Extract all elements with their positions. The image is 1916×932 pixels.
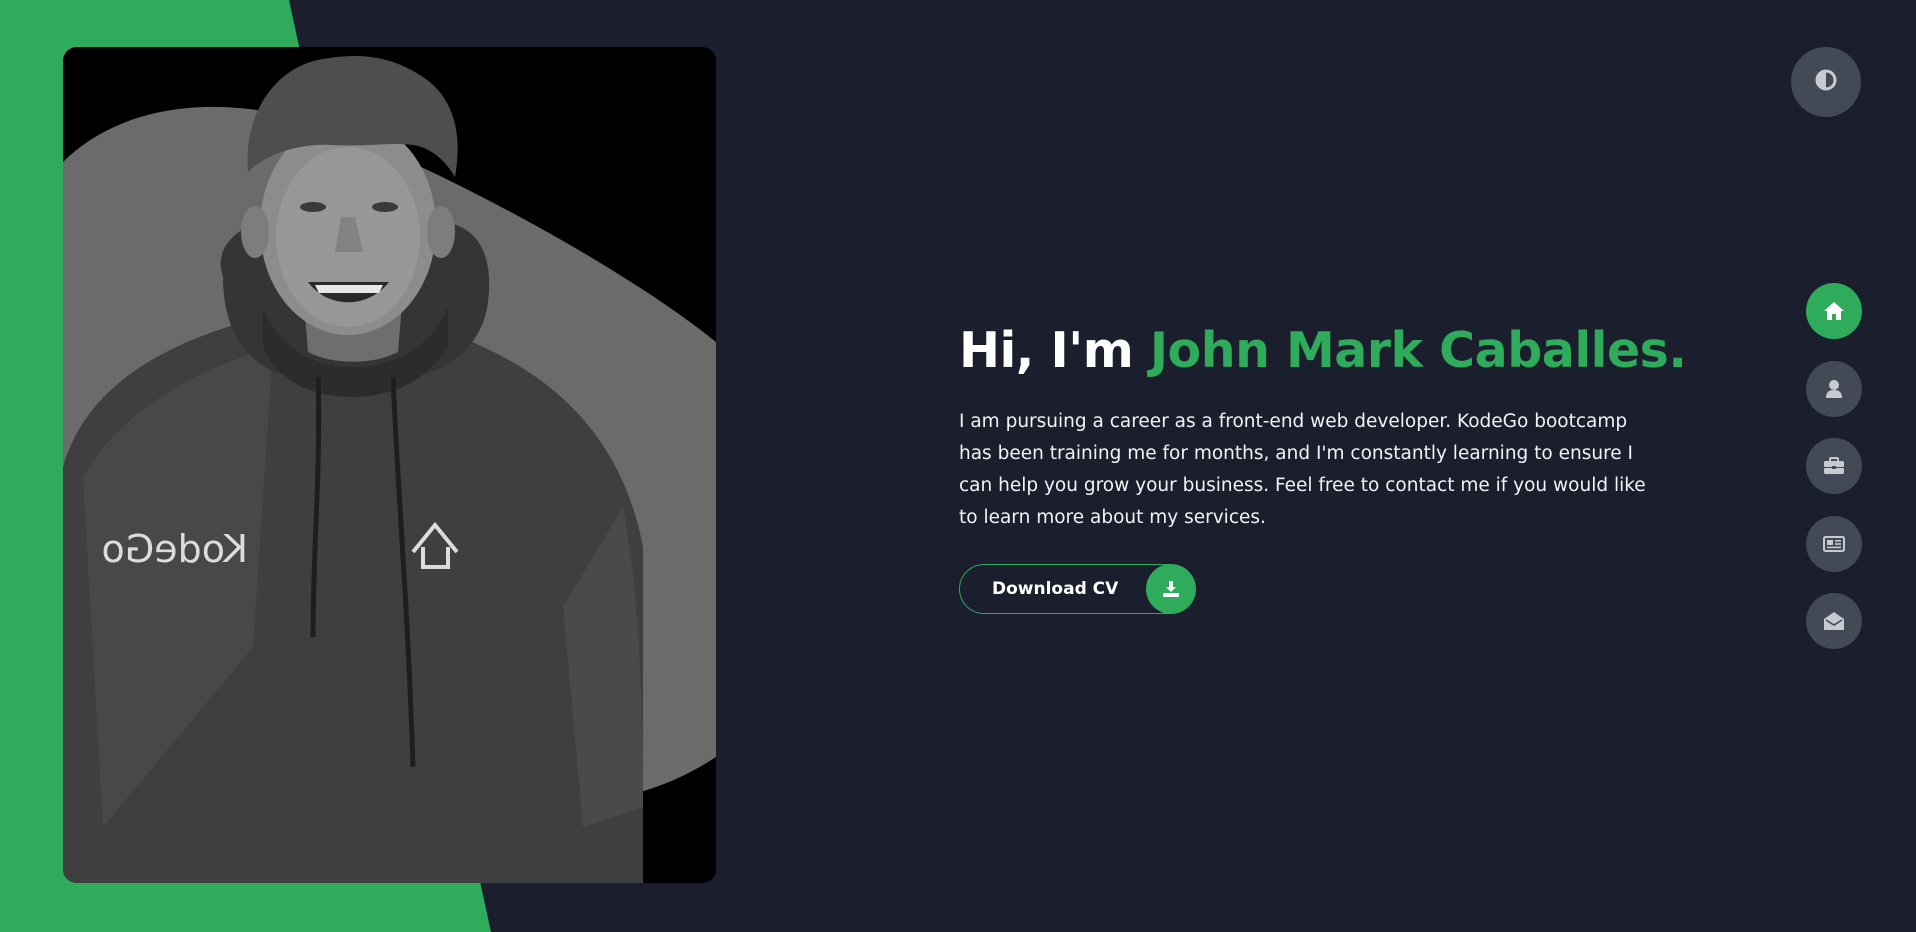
side-navigation [1806, 283, 1862, 671]
nav-contact-button[interactable] [1806, 593, 1862, 649]
profile-portrait: KodeGo [63, 47, 716, 883]
newspaper-icon [1823, 535, 1845, 552]
briefcase-icon [1823, 457, 1845, 475]
hero-intro: Hi, I'm John Mark Caballes. I am pursuin… [959, 318, 1687, 614]
home-icon [1823, 301, 1845, 321]
user-icon [1825, 379, 1843, 399]
theme-toggle-button[interactable] [1791, 47, 1861, 117]
greeting-text: Hi, I'm [959, 322, 1150, 379]
download-cv-label: Download CV [992, 579, 1119, 599]
nav-home-button[interactable] [1806, 283, 1862, 339]
hoodie-logo-text: KodeGo [102, 527, 248, 571]
hero-headline: Hi, I'm John Mark Caballes. [959, 318, 1687, 384]
nav-blog-button[interactable] [1806, 515, 1862, 572]
portrait-image: KodeGo [63, 47, 716, 883]
download-icon [1146, 564, 1196, 614]
download-cv-button[interactable]: Download CV [959, 564, 1196, 614]
nav-portfolio-button[interactable] [1806, 438, 1862, 494]
nav-about-button[interactable] [1806, 360, 1862, 417]
hero-bio: I am pursuing a career as a front-end we… [959, 411, 1646, 528]
hero-name: John Mark Caballes. [1149, 322, 1687, 379]
envelope-open-icon [1823, 611, 1845, 631]
half-circle-contrast-icon [1815, 69, 1837, 95]
